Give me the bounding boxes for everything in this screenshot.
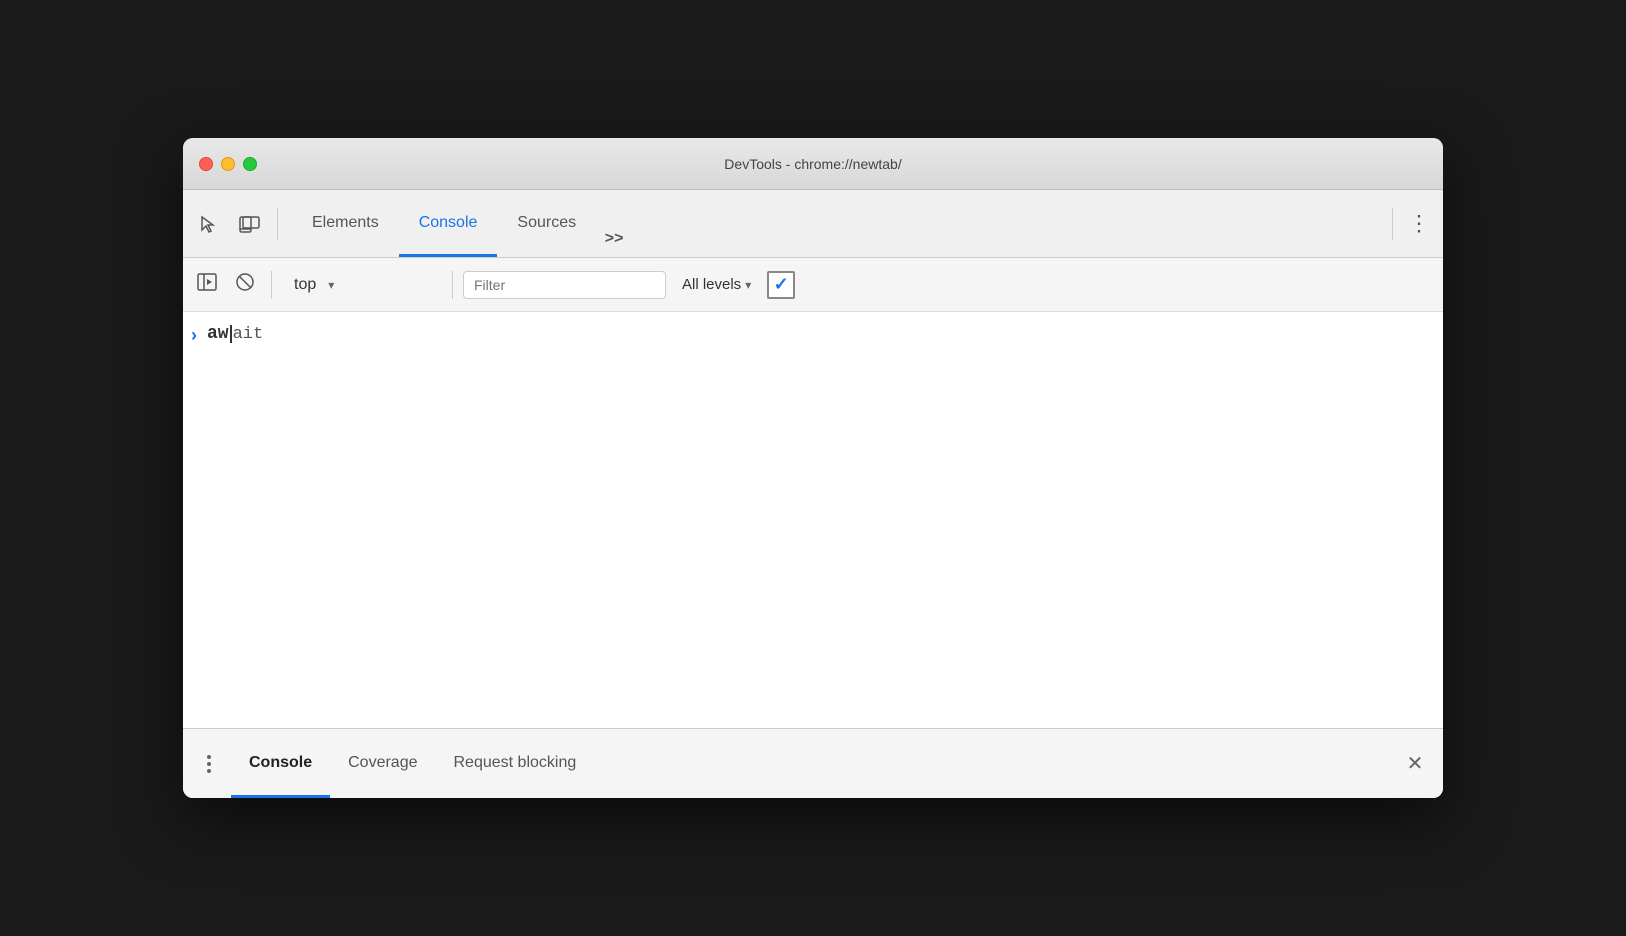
- log-levels-selector[interactable]: All levels ▾: [672, 272, 761, 297]
- drawer-tabs: Console Coverage Request blocking: [231, 729, 594, 798]
- console-output[interactable]: › await: [183, 312, 1443, 728]
- console-text-bold: aw: [207, 324, 229, 344]
- close-button[interactable]: [199, 157, 213, 171]
- show-console-sidebar-button[interactable]: [191, 269, 223, 301]
- devtools-panel: Elements Console Sources >> ⋮: [183, 190, 1443, 798]
- block-icon: [235, 272, 255, 297]
- console-text-mono: ait: [233, 325, 264, 344]
- text-cursor: [230, 325, 232, 343]
- tab-nav: Elements Console Sources >>: [292, 190, 632, 257]
- drawer-tab-console[interactable]: Console: [231, 728, 330, 798]
- console-divider-1: [271, 271, 272, 299]
- device-mode-button[interactable]: [231, 206, 267, 242]
- bottom-drawer: Console Coverage Request blocking ✕: [183, 728, 1443, 798]
- maximize-button[interactable]: [243, 157, 257, 171]
- console-entry: › await: [183, 320, 1443, 356]
- drawer-tab-coverage[interactable]: Coverage: [330, 728, 435, 798]
- filter-input[interactable]: [463, 271, 666, 299]
- console-input-text: await: [207, 324, 263, 344]
- expand-arrow-icon[interactable]: ›: [191, 325, 197, 346]
- dot-3: [207, 769, 211, 773]
- title-bar: DevTools - chrome://newtab/: [183, 138, 1443, 190]
- clear-console-button[interactable]: [229, 269, 261, 301]
- traffic-lights: [199, 157, 257, 171]
- context-dropdown-arrow: ▾: [328, 278, 334, 292]
- close-drawer-button[interactable]: ✕: [1399, 748, 1431, 780]
- tab-elements[interactable]: Elements: [292, 190, 399, 257]
- top-toolbar: Elements Console Sources >> ⋮: [183, 190, 1443, 258]
- dot-1: [207, 755, 211, 759]
- dot-2: [207, 762, 211, 766]
- more-tabs-button[interactable]: >>: [596, 221, 632, 257]
- tab-console[interactable]: Console: [399, 190, 498, 257]
- drawer-menu-button[interactable]: [195, 750, 223, 778]
- log-xhr-button[interactable]: ✓: [767, 271, 795, 299]
- device-mode-icon: [237, 212, 261, 236]
- toolbar-divider-2: [1392, 208, 1393, 240]
- toolbar-divider-1: [277, 208, 278, 240]
- levels-dropdown-arrow: ▾: [745, 278, 751, 292]
- inspect-cursor-icon: [197, 212, 221, 236]
- window-title: DevTools - chrome://newtab/: [724, 156, 901, 172]
- drawer-tab-request-blocking[interactable]: Request blocking: [436, 728, 595, 798]
- show-sidebar-icon: [197, 272, 217, 297]
- inspect-element-button[interactable]: [191, 206, 227, 242]
- close-drawer-icon: ✕: [1407, 751, 1424, 776]
- devtools-menu-button[interactable]: ⋮: [1403, 208, 1435, 240]
- tab-sources[interactable]: Sources: [497, 190, 596, 257]
- minimize-button[interactable]: [221, 157, 235, 171]
- console-divider-2: [452, 271, 453, 299]
- checkbox-checkmark: ✓: [774, 274, 789, 295]
- devtools-window: DevTools - chrome://newtab/: [183, 138, 1443, 798]
- context-selector[interactable]: top ▾: [282, 272, 442, 298]
- console-toolbar: top ▾ All levels ▾ ✓: [183, 258, 1443, 312]
